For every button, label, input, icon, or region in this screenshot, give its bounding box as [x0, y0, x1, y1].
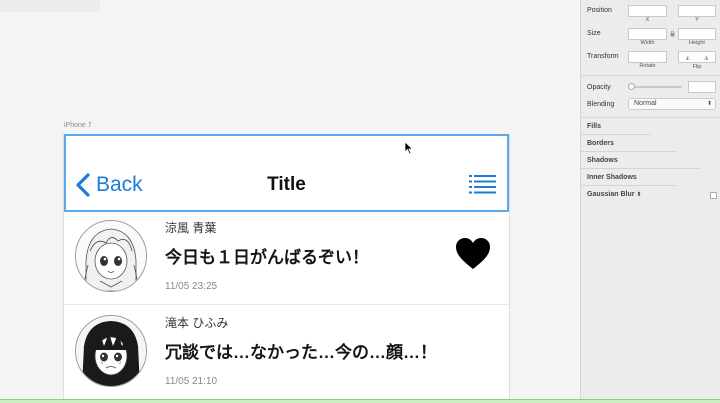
artboard-label[interactable]: iPhone 7 — [64, 122, 92, 129]
position-x-field[interactable] — [628, 5, 667, 17]
y-label: Y — [695, 17, 699, 23]
chevron-updown-icon: ⬍ — [636, 192, 642, 198]
gaussian-blur-section[interactable]: Gaussian Blur ⬍ — [587, 191, 641, 198]
navigation-bar[interactable]: Back Title — [64, 134, 509, 212]
opacity-slider-knob[interactable] — [628, 83, 635, 90]
mouse-cursor-icon — [404, 141, 414, 155]
list-item[interactable]: 涼風 青葉 今日も１日がんばるぞい！ 11/05 23:25 — [64, 210, 509, 305]
transform-label: Transform — [587, 53, 619, 60]
divider — [581, 117, 720, 118]
select-arrows-icon: ⬍ — [706, 101, 712, 107]
borders-section[interactable]: Borders — [587, 140, 614, 147]
flip-label: Flip — [692, 64, 702, 70]
sender-name: 滝本 ひふみ — [165, 316, 229, 330]
divider — [581, 185, 676, 186]
list-icon — [469, 175, 496, 194]
design-canvas[interactable]: iPhone 7 Back Title 涼風 青葉 今日も１日がんばるぞい！ 1… — [0, 0, 580, 403]
avatar — [75, 315, 147, 387]
x-label: X — [645, 17, 650, 23]
divider — [581, 168, 701, 169]
canvas-guide-line — [0, 399, 720, 403]
heart-icon — [456, 238, 490, 269]
flip-horizontal-icon[interactable]: ◭ — [686, 54, 691, 61]
inner-shadows-section[interactable]: Inner Shadows — [587, 174, 637, 181]
blending-value: Normal — [634, 100, 657, 107]
flip-buttons[interactable]: ◭ ◮ — [678, 51, 716, 63]
canvas-strip — [0, 0, 100, 12]
message-list: 涼風 青葉 今日も１日がんばるぞい！ 11/05 23:25 滝本 ひふみ 冗談… — [64, 210, 509, 400]
artboard-iphone7[interactable]: Back Title 涼風 青葉 今日も１日がんばるぞい！ 11/05 23:2… — [63, 134, 510, 403]
sender-name: 涼風 青葉 — [165, 221, 217, 235]
gaussian-blur-checkbox[interactable] — [710, 192, 717, 199]
divider — [581, 75, 720, 76]
height-field[interactable] — [678, 28, 716, 40]
width-field[interactable] — [628, 28, 667, 40]
list-item[interactable]: 滝本 ひふみ 冗談では…なかった…今の…顔…！ 11/05 21:10 — [64, 305, 509, 400]
rotate-field[interactable] — [628, 51, 667, 63]
height-label: Height — [689, 40, 705, 46]
opacity-field[interactable] — [688, 81, 716, 93]
position-y-field[interactable] — [678, 5, 716, 17]
inspector-panel: Position X Y Size Width Height Transform… — [580, 0, 720, 403]
lock-icon[interactable] — [670, 30, 675, 37]
opacity-label: Opacity — [587, 84, 611, 91]
gaussian-blur-label: Gaussian Blur — [587, 191, 635, 198]
message-time: 11/05 23:25 — [165, 281, 218, 292]
divider — [581, 151, 676, 152]
avatar-image — [76, 221, 146, 291]
menu-button[interactable] — [469, 174, 497, 194]
message-text: 冗談では…なかった…今の…顔…！ — [165, 343, 437, 362]
message-text: 今日も１日がんばるぞい！ — [165, 248, 369, 267]
fills-section[interactable]: Fills — [587, 123, 601, 130]
opacity-slider-track[interactable] — [632, 86, 682, 88]
like-button[interactable] — [455, 237, 491, 271]
position-label: Position — [587, 7, 612, 14]
nav-title: Title — [267, 174, 306, 195]
size-label: Size — [587, 30, 601, 37]
flip-vertical-icon[interactable]: ◮ — [704, 54, 709, 61]
width-label: Width — [640, 40, 655, 46]
blending-label: Blending — [587, 101, 615, 108]
shadows-section[interactable]: Shadows — [587, 157, 618, 164]
rotate-label: Rotate — [639, 63, 656, 69]
message-time: 11/05 21:10 — [165, 376, 218, 387]
divider — [581, 134, 651, 135]
avatar — [75, 220, 147, 292]
blending-select[interactable]: Normal ⬍ — [628, 98, 716, 110]
avatar-image — [76, 316, 146, 386]
